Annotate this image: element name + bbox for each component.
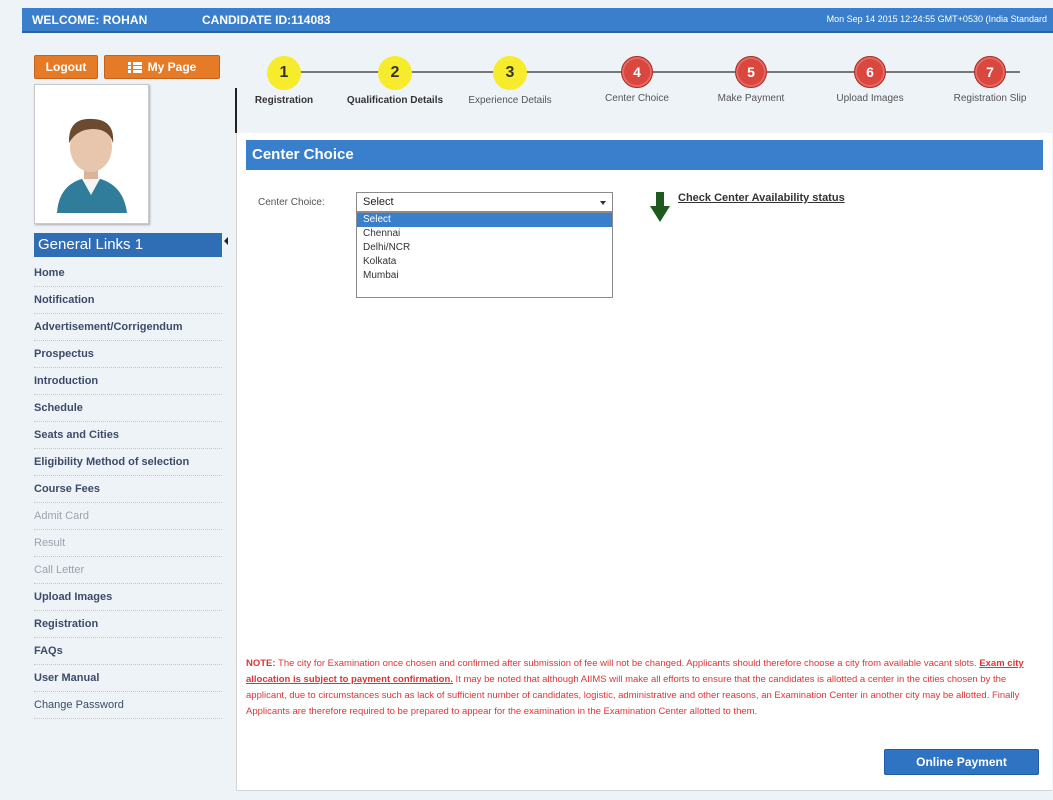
sidebar-link-result: Result [34,530,222,557]
user-silhouette-icon [57,118,127,213]
step-label: Registration [254,95,314,106]
down-arrow-icon [650,192,670,222]
general-links-list: Home Notification Advertisement/Corrigen… [34,260,222,719]
page-root: WELCOME: ROHAN CANDIDATE ID:114083 Mon S… [0,0,1053,800]
candidate-id: CANDIDATE ID:114083 [202,13,331,27]
sidebar-link-seats-cities[interactable]: Seats and Cities [34,422,222,449]
step-number: 3 [493,56,527,90]
sidebar-link-introduction[interactable]: Introduction [34,368,222,395]
center-choice-label: Center Choice: [258,197,325,208]
list-icon [127,61,142,73]
step-number: 1 [267,56,301,90]
online-payment-button[interactable]: Online Payment [884,749,1039,775]
logout-button[interactable]: Logout [34,55,98,79]
step-qualification[interactable]: 2 Qualification Details [345,56,445,106]
progress-steps: 1 Registration 2 Qualification Details 3… [240,48,1052,128]
step-make-payment[interactable]: 5 Make Payment [701,56,801,104]
center-choice-select[interactable]: Select [356,192,613,212]
general-links-heading: General Links 1 [34,233,222,257]
sidebar-link-call-letter: Call Letter [34,557,222,584]
sidebar-link-faqs[interactable]: FAQs [34,638,222,665]
chevron-down-icon [600,201,606,205]
sidebar-link-home[interactable]: Home [34,260,222,287]
step-number: 2 [378,56,412,90]
sidebar-link-change-password[interactable]: Change Password [34,692,222,719]
selected-value: Select [363,196,394,208]
my-page-button[interactable]: My Page [104,55,220,79]
sidebar-link-registration[interactable]: Registration [34,611,222,638]
step-upload-images[interactable]: 6 Upload Images [820,56,920,104]
note-part1: The city for Examination once chosen and… [275,658,980,669]
sidebar-link-upload-images[interactable]: Upload Images [34,584,222,611]
option-kolkata[interactable]: Kolkata [357,255,612,269]
collapse-arrow-icon[interactable] [224,237,228,245]
datetime-text: Mon Sep 14 2015 12:24:55 GMT+0530 (India… [826,14,1047,24]
step-experience[interactable]: 3 Experience Details [460,56,560,106]
step-label: Registration Slip [953,93,1027,104]
step-registration[interactable]: 1 Registration [234,56,334,106]
step-label: Make Payment [717,93,785,104]
step-label: Qualification Details [346,95,444,106]
welcome-text: WELCOME: ROHAN [32,13,148,27]
step-registration-slip[interactable]: 7 Registration Slip [940,56,1040,104]
option-chennai[interactable]: Chennai [357,227,612,241]
note-prefix: NOTE: [246,658,276,669]
step-label: Upload Images [836,93,904,104]
option-delhi-ncr[interactable]: Delhi/NCR [357,241,612,255]
step-number: 4 [621,56,653,88]
step-center-choice[interactable]: 4 Center Choice [587,56,687,104]
step-label: Experience Details [468,95,552,106]
step-number: 6 [854,56,886,88]
section-title: Center Choice [246,140,1043,170]
note-text: NOTE: The city for Examination once chos… [246,656,1046,720]
sidebar-link-eligibility[interactable]: Eligibility Method of selection [34,449,222,476]
step-number: 5 [735,56,767,88]
sidebar-link-course-fees[interactable]: Course Fees [34,476,222,503]
center-availability-link[interactable]: Check Center Availability status [678,192,845,204]
step-number: 7 [974,56,1006,88]
option-select[interactable]: Select [357,213,612,227]
avatar [34,84,149,224]
sidebar-link-user-manual[interactable]: User Manual [34,665,222,692]
sidebar-link-schedule[interactable]: Schedule [34,395,222,422]
my-page-label: My Page [147,60,197,74]
sidebar-link-notification[interactable]: Notification [34,287,222,314]
top-bar: WELCOME: ROHAN CANDIDATE ID:114083 Mon S… [22,8,1053,33]
logout-label: Logout [45,60,87,74]
sidebar-link-advertisement[interactable]: Advertisement/Corrigendum [34,314,222,341]
sidebar: Logout My Page General Links 1 Home Noti… [22,33,230,800]
option-mumbai[interactable]: Mumbai [357,269,612,283]
sidebar-link-prospectus[interactable]: Prospectus [34,341,222,368]
sidebar-link-admit-card: Admit Card [34,503,222,530]
center-choice-dropdown: Select Chennai Delhi/NCR Kolkata Mumbai [356,212,613,298]
step-label: Center Choice [605,93,669,104]
